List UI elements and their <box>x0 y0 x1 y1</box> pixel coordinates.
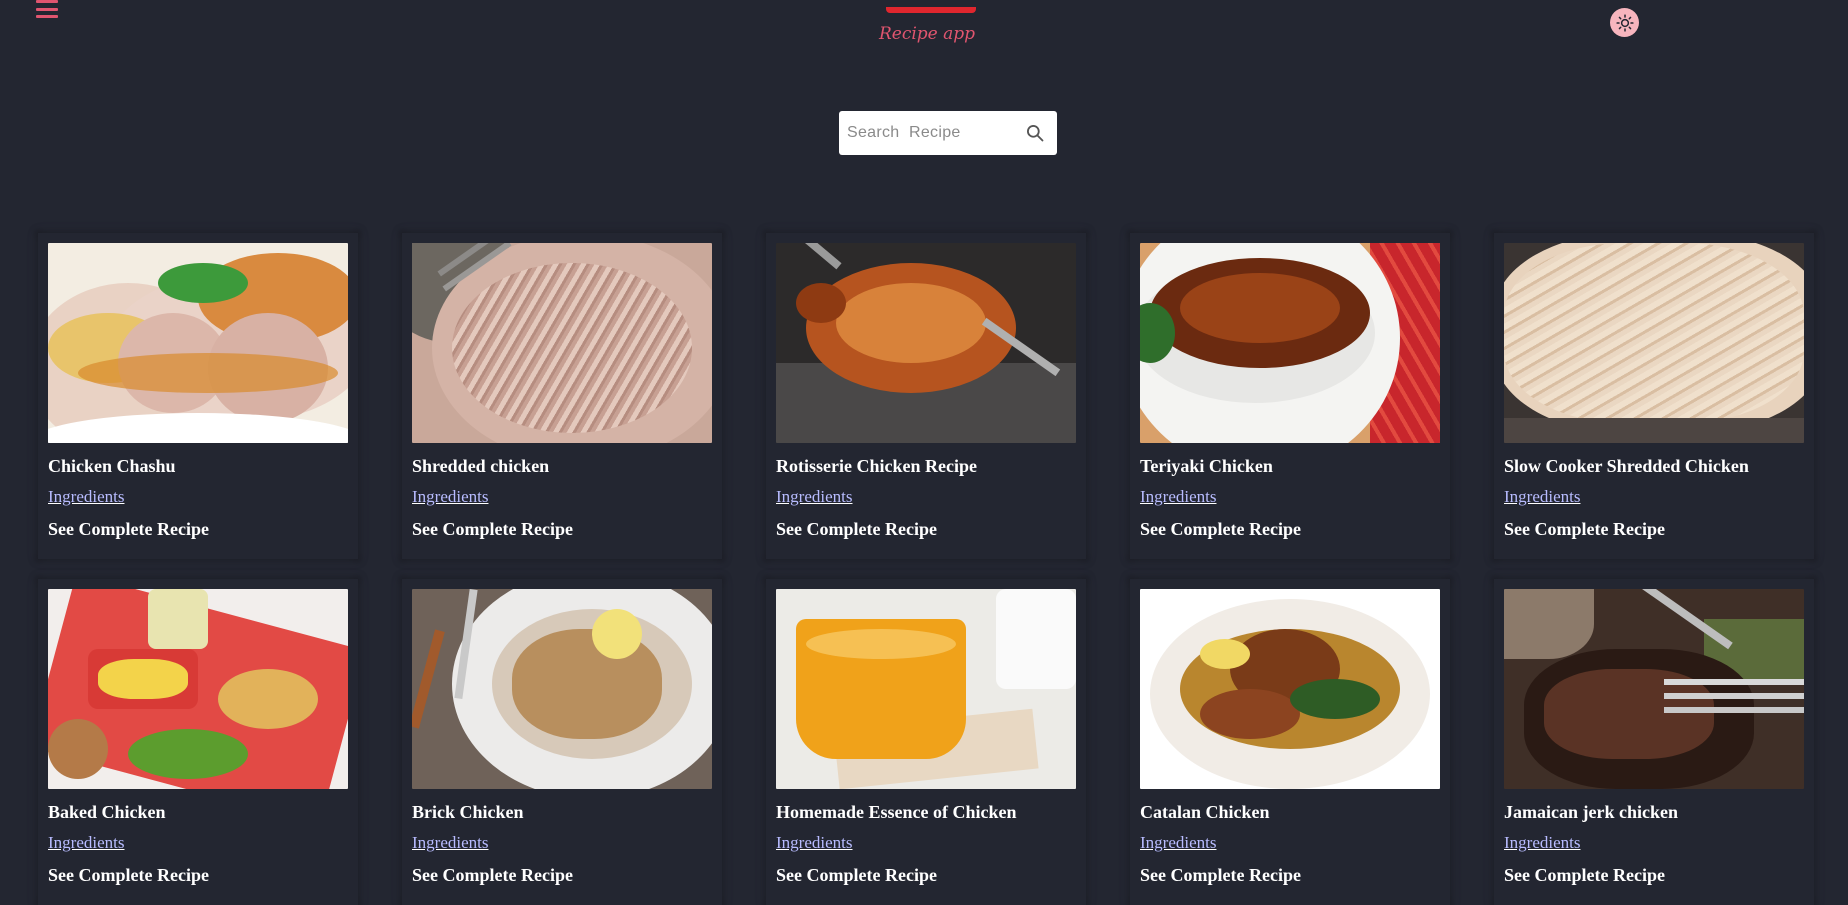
recipe-title: Jamaican jerk chicken <box>1504 802 1678 822</box>
recipe-card: Shredded chicken Ingredients See Complet… <box>402 233 722 559</box>
search-box <box>839 111 1057 155</box>
recipe-card: Teriyaki Chicken Ingredients See Complet… <box>1130 233 1450 559</box>
see-complete-recipe-link[interactable]: See Complete Recipe <box>412 864 712 886</box>
brand: Recipe app <box>0 0 1848 44</box>
recipe-title: Catalan Chicken <box>1140 802 1270 822</box>
see-complete-recipe-link[interactable]: See Complete Recipe <box>776 864 1076 886</box>
ingredients-link[interactable]: Ingredients <box>1504 487 1580 507</box>
ingredients-link[interactable]: Ingredients <box>776 833 852 853</box>
recipe-image <box>412 243 712 443</box>
sun-icon <box>1615 13 1634 32</box>
recipe-image <box>1140 243 1440 443</box>
recipe-title: Rotisserie Chicken Recipe <box>776 456 977 476</box>
ingredients-link[interactable]: Ingredients <box>412 487 488 507</box>
recipe-card: Baked Chicken Ingredients See Complete R… <box>38 579 358 905</box>
recipe-card: Rotisserie Chicken Recipe Ingredients Se… <box>766 233 1086 559</box>
theme-toggle-button[interactable] <box>1610 8 1639 37</box>
recipe-card: Brick Chicken Ingredients See Complete R… <box>402 579 722 905</box>
recipe-title: Chicken Chashu <box>48 456 176 476</box>
see-complete-recipe-link[interactable]: See Complete Recipe <box>48 518 348 540</box>
see-complete-recipe-link[interactable]: See Complete Recipe <box>776 518 1076 540</box>
recipe-card: Slow Cooker Shredded Chicken Ingredients… <box>1494 233 1814 559</box>
brand-badge <box>886 7 976 13</box>
recipe-title: Shredded chicken <box>412 456 550 476</box>
ingredients-link[interactable]: Ingredients <box>1140 833 1216 853</box>
recipe-card: Homemade Essence of Chicken Ingredients … <box>766 579 1086 905</box>
see-complete-recipe-link[interactable]: See Complete Recipe <box>1504 518 1804 540</box>
recipe-card: Catalan Chicken Ingredients See Complete… <box>1130 579 1450 905</box>
ingredients-link[interactable]: Ingredients <box>48 833 124 853</box>
ingredients-link[interactable]: Ingredients <box>412 833 488 853</box>
recipe-title: Teriyaki Chicken <box>1140 456 1273 476</box>
see-complete-recipe-link[interactable]: See Complete Recipe <box>48 864 348 886</box>
ingredients-link[interactable]: Ingredients <box>776 487 852 507</box>
search-icon[interactable] <box>1025 123 1045 148</box>
recipe-image <box>1504 589 1804 789</box>
recipe-image <box>776 589 1076 789</box>
ingredients-link[interactable]: Ingredients <box>1504 833 1580 853</box>
recipe-card: Jamaican jerk chicken Ingredients See Co… <box>1494 579 1814 905</box>
header: Recipe app <box>0 0 1848 60</box>
recipe-card: Chicken Chashu Ingredients See Complete … <box>38 233 358 559</box>
recipe-image <box>1504 243 1804 443</box>
recipe-title: Brick Chicken <box>412 802 524 822</box>
search-input[interactable] <box>839 113 1009 153</box>
see-complete-recipe-link[interactable]: See Complete Recipe <box>1140 518 1440 540</box>
recipe-image <box>48 243 348 443</box>
recipe-image <box>1140 589 1440 789</box>
app-title: Recipe app <box>878 24 976 44</box>
see-complete-recipe-link[interactable]: See Complete Recipe <box>1504 864 1804 886</box>
see-complete-recipe-link[interactable]: See Complete Recipe <box>412 518 712 540</box>
see-complete-recipe-link[interactable]: See Complete Recipe <box>1140 864 1440 886</box>
recipe-title: Homemade Essence of Chicken <box>776 802 1017 822</box>
ingredients-link[interactable]: Ingredients <box>48 487 124 507</box>
recipe-title: Slow Cooker Shredded Chicken <box>1504 456 1749 476</box>
recipe-image <box>412 589 712 789</box>
recipe-grid: Chicken Chashu Ingredients See Complete … <box>38 233 1814 905</box>
recipe-title: Baked Chicken <box>48 802 166 822</box>
recipe-image <box>48 589 348 789</box>
ingredients-link[interactable]: Ingredients <box>1140 487 1216 507</box>
recipe-image <box>776 243 1076 443</box>
